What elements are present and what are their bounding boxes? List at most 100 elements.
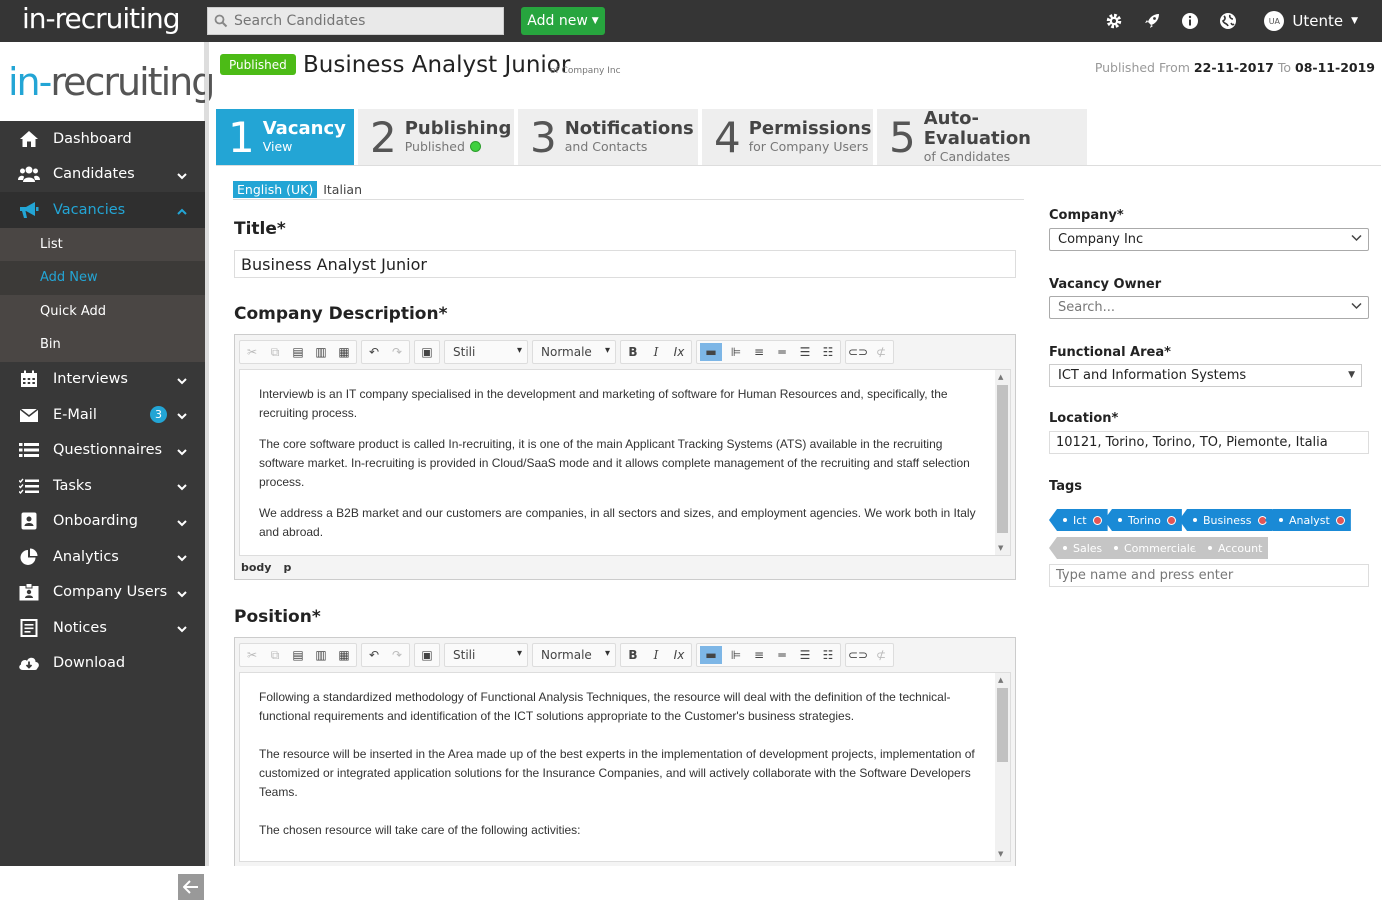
bold-icon[interactable]: B [624,343,642,361]
rocket-icon[interactable] [1142,11,1162,31]
lang-english[interactable]: English (UK) [233,181,318,198]
sidebar-item-analytics[interactable]: Analytics [0,539,205,575]
paste-text-icon[interactable]: ▥ [312,646,330,664]
tab-permissions[interactable]: 4 Permissions for Company Users [702,109,873,165]
scroll-up-icon[interactable]: ▲ [998,676,1003,684]
remove-format-icon[interactable]: Ix [670,646,688,664]
sidebar-item-onboarding[interactable]: Onboarding [0,504,205,540]
sidebar-item-candidates[interactable]: Candidates [0,157,205,193]
paste-icon[interactable]: ▤ [289,646,307,664]
unlink-icon[interactable]: ⊄ [872,343,890,361]
tab-auto-evaluation[interactable]: 5 Auto-Evaluation of Candidates [877,109,1087,165]
editor-content[interactable]: Interviewb is an IT company specialised … [239,369,1011,556]
tag-suggestion-sales[interactable]: Sales [1049,537,1109,559]
remove-format-icon[interactable]: Ix [670,343,688,361]
align-center-icon[interactable]: ≡ [750,343,768,361]
hr-icon[interactable]: ═ [773,343,791,361]
align-left-icon[interactable]: ⊫ [727,646,745,664]
sidebar-item-company-users[interactable]: Company Users [0,575,205,611]
sidebar-logo[interactable]: in-recruiting [0,42,215,121]
title-input[interactable]: Business Analyst Junior [234,250,1016,278]
image-icon[interactable]: ▣ [418,646,436,664]
italic-icon[interactable]: I [647,343,665,361]
vacancy-owner-select[interactable]: Search... [1049,296,1369,319]
format-combo[interactable]: Normale [532,340,616,364]
paste-word-icon[interactable]: ▦ [335,646,353,664]
tag-business[interactable]: Business [1179,509,1273,531]
tag-analyst[interactable]: Analyst [1265,509,1351,531]
sidebar-item-notices[interactable]: Notices [0,610,205,646]
link-icon[interactable]: ⊂⊃ [848,343,868,361]
copy-icon[interactable]: ⧉ [266,343,284,361]
format-combo[interactable]: Normale [532,643,616,667]
image-icon[interactable]: ▣ [418,343,436,361]
collapse-sidebar-button[interactable] [178,874,204,900]
sidebar-sub-bin[interactable]: Bin [0,328,205,362]
redo-icon[interactable]: ↷ [388,646,406,664]
bold-icon[interactable]: B [624,646,642,664]
sidebar-sub-add-new[interactable]: Add New [0,261,205,295]
tab-publishing[interactable]: 2 Publishing Published [358,109,514,165]
sidebar-item-download[interactable]: Download [0,646,205,682]
location-input[interactable]: 10121, Torino, Torino, TO, Piemonte, Ita… [1049,431,1369,454]
undo-icon[interactable]: ↶ [365,646,383,664]
add-new-button[interactable]: Add new ▼ [521,7,605,35]
lang-italian[interactable]: Italian [321,181,364,198]
align-center-icon[interactable]: ≡ [750,646,768,664]
editor-content[interactable]: Following a standardized methodology of … [239,672,1011,862]
tab-notifications[interactable]: 3 Notifications and Contacts [518,109,698,165]
align-block-icon[interactable]: ▬ [700,646,722,664]
sidebar-item-interviews[interactable]: Interviews [0,362,205,398]
undo-icon[interactable]: ↶ [365,343,383,361]
sidebar-item-dashboard[interactable]: Dashboard [0,121,205,157]
italic-icon[interactable]: I [647,646,665,664]
info-icon[interactable] [1180,11,1200,31]
styles-combo[interactable]: Stili [444,643,528,667]
sidebar-item-vacancies[interactable]: Vacancies [0,192,205,228]
search-input[interactable] [234,13,494,29]
scroll-thumb[interactable] [997,385,1008,533]
bullet-list-icon[interactable]: ☰ [796,343,814,361]
scroll-down-icon[interactable]: ▼ [998,544,1003,552]
search-box[interactable] [207,7,504,35]
tab-vacancy[interactable]: 1 Vacancy View [216,109,354,165]
copy-icon[interactable]: ⧉ [266,646,284,664]
user-menu[interactable]: UA Utente ▼ [1264,11,1358,31]
sidebar-item-questionnaires[interactable]: Questionnaires [0,433,205,469]
gear-icon[interactable] [1104,11,1124,31]
numbered-list-icon[interactable]: ☷ [819,646,837,664]
align-block-icon[interactable]: ▬ [700,343,722,361]
redo-icon[interactable]: ↷ [388,343,406,361]
globe-icon[interactable] [1218,11,1238,31]
cut-icon[interactable]: ✂ [243,343,261,361]
path-p[interactable]: p [283,561,291,574]
hr-icon[interactable]: ═ [773,646,791,664]
paste-text-icon[interactable]: ▥ [312,343,330,361]
sidebar-sub-quick-add[interactable]: Quick Add [0,294,205,328]
styles-combo[interactable]: Stili [444,340,528,364]
paste-word-icon[interactable]: ▦ [335,343,353,361]
scroll-thumb[interactable] [997,688,1008,762]
tags-input[interactable]: Type name and press enter [1049,564,1369,587]
sidebar-item-email[interactable]: E-Mail 3 [0,397,205,433]
unlink-icon[interactable]: ⊄ [872,646,890,664]
cut-icon[interactable]: ✂ [243,646,261,664]
sidebar-item-tasks[interactable]: Tasks [0,468,205,504]
scrollbar[interactable]: ▲ ▼ [995,370,1010,555]
path-body[interactable]: body [241,561,271,574]
functional-area-select[interactable]: ICT and Information Systems ▼ [1049,364,1362,387]
align-left-icon[interactable]: ⊫ [727,343,745,361]
numbered-list-icon[interactable]: ☷ [819,343,837,361]
app-logo[interactable]: in-recruiting [22,2,180,35]
link-icon[interactable]: ⊂⊃ [848,646,868,664]
scrollbar[interactable]: ▲ ▼ [995,673,1010,861]
paste-icon[interactable]: ▤ [289,343,307,361]
tag-ict[interactable]: Ict [1049,509,1108,531]
tag-torino[interactable]: Torino [1104,509,1182,531]
scroll-down-icon[interactable]: ▼ [998,850,1003,858]
sidebar-sub-list[interactable]: List [0,227,205,261]
bullet-list-icon[interactable]: ☰ [796,646,814,664]
remove-tag-icon[interactable] [1092,515,1102,525]
remove-tag-icon[interactable] [1166,515,1176,525]
tag-suggestion-account[interactable]: Account [1194,537,1269,559]
